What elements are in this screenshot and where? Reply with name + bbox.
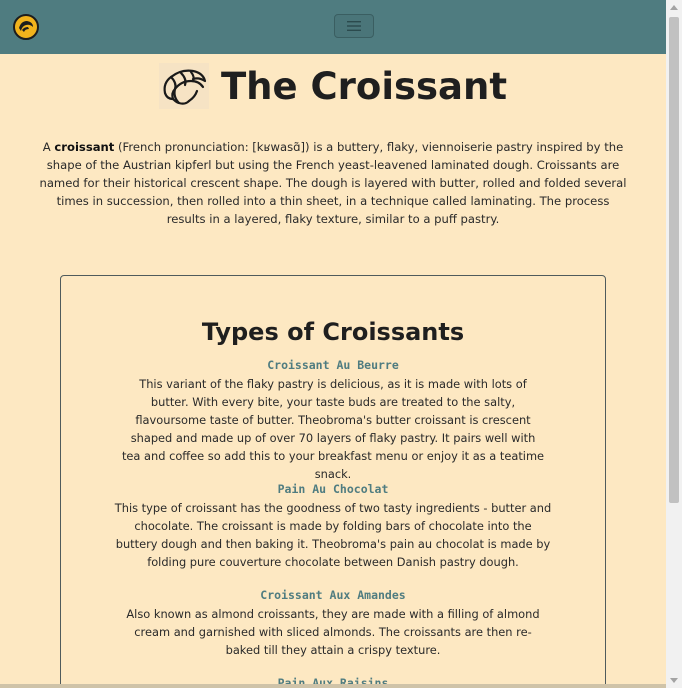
scrollbar-thumb[interactable] bbox=[669, 17, 679, 503]
variant-description: This variant of the flaky pastry is deli… bbox=[121, 377, 545, 481]
intro-lead: A bbox=[42, 140, 55, 154]
variant-section: Croissant Aux Amandes Also known as almo… bbox=[61, 586, 605, 659]
top-navbar bbox=[0, 0, 666, 54]
variant-name: Croissant Aux Amandes bbox=[260, 588, 406, 602]
variant-description: Also known as almond croissants, they ar… bbox=[126, 607, 540, 657]
types-card: Types of Croissants Croissant Au Beurre … bbox=[60, 275, 606, 688]
variant-section: Croissant Au Beurre This variant of the … bbox=[61, 356, 605, 483]
scroll-down-arrow-icon[interactable] bbox=[670, 678, 678, 683]
vertical-scrollbar[interactable] bbox=[666, 0, 682, 688]
hamburger-menu-icon bbox=[347, 21, 361, 31]
variant-description: This type of croissant has the goodness … bbox=[114, 501, 552, 569]
croissant-icon bbox=[158, 63, 209, 109]
types-heading: Types of Croissants bbox=[201, 318, 465, 346]
intro-paragraph: A croissant (French pronunciation: [kʁwa… bbox=[38, 138, 628, 228]
page-title: The Croissant bbox=[220, 64, 508, 108]
page: The Croissant A croissant (French pronun… bbox=[0, 0, 682, 688]
intro-bold-term: croissant bbox=[54, 140, 115, 154]
variant-name: Croissant Au Beurre bbox=[267, 358, 399, 372]
variant-section: Pain Au Chocolat This type of croissant … bbox=[61, 480, 605, 571]
navbar-toggler-button[interactable] bbox=[334, 14, 374, 38]
intro-text: (French pronunciation: [kʁwasɑ̃]) is a b… bbox=[39, 140, 627, 226]
title-row: The Croissant bbox=[0, 60, 666, 112]
croissant-logo-icon[interactable] bbox=[12, 13, 40, 41]
page-bottom-edge bbox=[0, 684, 666, 688]
variant-name: Pain Au Chocolat bbox=[277, 482, 389, 496]
scroll-up-arrow-icon[interactable] bbox=[670, 5, 678, 10]
